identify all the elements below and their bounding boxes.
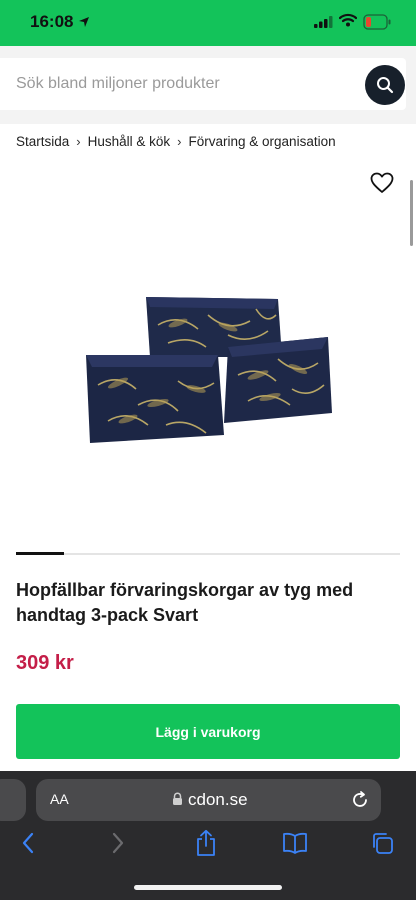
back-button[interactable] [20, 831, 36, 860]
book-icon [283, 832, 307, 854]
gallery-progress-active [16, 552, 64, 555]
breadcrumb-link-storage[interactable]: Förvaring & organisation [189, 134, 336, 149]
reload-icon [353, 791, 367, 807]
scrollbar-thumb[interactable] [410, 180, 413, 246]
browser-toolbar: AA cdon.se [0, 771, 416, 900]
tabs-button[interactable] [370, 831, 394, 860]
address-bar[interactable]: AA cdon.se [36, 779, 381, 821]
breadcrumb-separator: › [76, 133, 81, 149]
breadcrumb-link-home[interactable]: Startsida [16, 134, 69, 149]
lock-icon [172, 792, 183, 811]
status-time: 16:08 [30, 12, 74, 31]
product-price: 309 kr [16, 652, 74, 674]
chevron-right-icon [112, 832, 124, 854]
search-bar-area: Sök bland miljoner produkter [0, 46, 416, 124]
product-image[interactable] [78, 285, 338, 455]
forward-button[interactable] [110, 831, 126, 860]
heart-icon [370, 172, 394, 193]
breadcrumb: Startsida › Hushåll & kök › Förvaring & … [16, 132, 336, 150]
battery-icon [363, 14, 391, 35]
status-bar: 16:08 [0, 0, 416, 46]
tabs-icon [373, 833, 393, 854]
search-button[interactable] [365, 65, 405, 105]
breadcrumb-link-household[interactable]: Hushåll & kök [88, 134, 171, 149]
chevron-left-icon [22, 832, 34, 854]
search-icon [377, 77, 394, 94]
product-title: Hopfällbar förvaringskorgar av tyg med h… [16, 580, 354, 625]
wifi-icon [338, 13, 358, 32]
reload-button[interactable] [350, 790, 370, 815]
add-to-cart-button[interactable]: Lägg i varukorg [16, 704, 400, 759]
cellular-signal-icon [314, 15, 334, 33]
location-arrow-icon [78, 15, 90, 33]
home-indicator[interactable] [134, 885, 282, 890]
text-size-button[interactable]: AA [50, 791, 69, 807]
previous-tab-preview[interactable] [0, 779, 26, 821]
share-button[interactable] [194, 829, 218, 862]
search-input[interactable]: Sök bland miljoner produkter [0, 58, 406, 110]
gallery-progress-track [16, 553, 400, 555]
favorite-button[interactable] [370, 172, 394, 199]
url-text: cdon.se [188, 790, 248, 809]
breadcrumb-separator: › [177, 133, 182, 149]
search-placeholder: Sök bland miljoner produkter [16, 75, 220, 92]
share-icon [197, 829, 215, 856]
bookmarks-button[interactable] [282, 831, 308, 860]
